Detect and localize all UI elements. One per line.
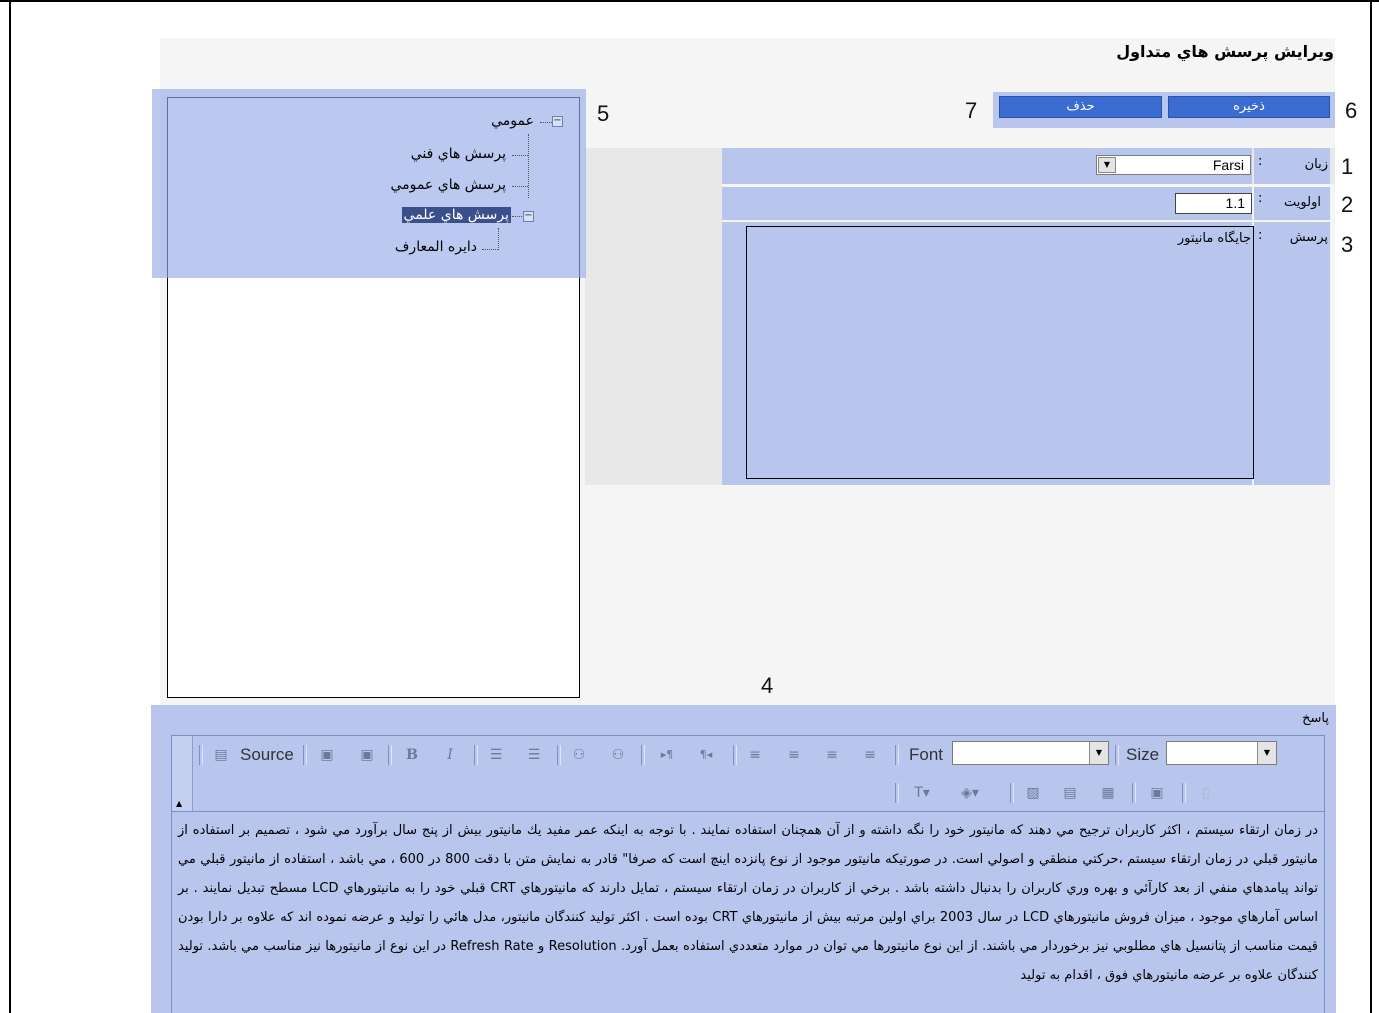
font-select[interactable]: ▼	[952, 741, 1109, 765]
align-left-icon[interactable]: ≡	[746, 746, 764, 764]
toolbar-separator	[303, 745, 307, 765]
show-blocks-icon[interactable]: ▣	[1148, 784, 1166, 802]
window-frame-right	[1370, 0, 1372, 1013]
tree-connector	[512, 186, 528, 187]
size-label: Size	[1126, 745, 1160, 764]
rtl-icon[interactable]: ¶◂	[697, 746, 715, 764]
tree-node-technical[interactable]: پرسش هاي فني	[411, 146, 506, 162]
align-justify-icon[interactable]: ≡	[861, 746, 879, 764]
callout-3: 3	[1341, 232, 1354, 257]
paste-word-icon[interactable]: ▣	[318, 746, 336, 764]
ltr-icon[interactable]: ▸¶	[658, 746, 676, 764]
language-select-value: Farsi	[1212, 157, 1244, 173]
toolbar-separator	[1182, 783, 1186, 803]
language-colon: :	[1258, 154, 1263, 169]
paste-text-icon[interactable]: ▣	[358, 746, 376, 764]
tree-line	[498, 228, 499, 250]
collapse-icon[interactable]: −	[552, 116, 563, 127]
priority-colon: :	[1258, 191, 1263, 206]
answer-label: پاسخ	[1302, 711, 1329, 726]
question-label-cell	[1254, 222, 1330, 485]
delete-button[interactable]: حذف	[999, 96, 1162, 118]
unordered-list-icon[interactable]: ☰	[525, 746, 543, 764]
toolbar-separator	[641, 745, 645, 765]
callout-4: 4	[761, 673, 774, 698]
tree-connector	[512, 216, 522, 217]
source-icon[interactable]: ▤	[212, 746, 230, 764]
tree-node-encyclopedia[interactable]: دايره المعارف	[395, 239, 477, 255]
align-right-icon[interactable]: ≡	[823, 746, 841, 764]
toolbar-separator	[1115, 745, 1119, 765]
priority-input[interactable]: 1.1	[1175, 193, 1252, 214]
window-frame-top	[0, 0, 1379, 8]
text-color-icon[interactable]: T▾	[909, 784, 935, 802]
link-icon[interactable]: ⚇	[570, 746, 588, 764]
align-center-icon[interactable]: ≡	[785, 746, 803, 764]
question-textarea[interactable]: جايگاه مانيتور	[746, 226, 1254, 479]
answer-text: در زمان ارتقاء سيستم ، اكثر كاربران ترجي…	[178, 823, 1319, 983]
chevron-down-icon[interactable]: ▼	[1257, 742, 1276, 764]
tree-connector	[540, 122, 552, 123]
callout-7: 7	[965, 98, 978, 123]
tree-node-scientific[interactable]: پرسش هاي علمي	[401, 207, 511, 223]
chevron-down-icon[interactable]: ▼	[1089, 742, 1108, 764]
collapse-icon[interactable]: −	[523, 211, 534, 222]
toolbar-separator	[895, 783, 899, 803]
ordered-list-icon[interactable]: ☰	[487, 746, 505, 764]
priority-row	[722, 187, 1252, 220]
tree-connector	[512, 155, 528, 156]
document-icon[interactable]: ▯	[1197, 784, 1215, 802]
toolbar-separator	[199, 745, 203, 765]
source-button[interactable]: Source	[240, 745, 294, 765]
toolbar-separator	[1010, 783, 1014, 803]
callout-5: 5	[597, 101, 610, 126]
callout-6: 6	[1345, 98, 1358, 123]
flash-icon[interactable]: ▤	[1061, 784, 1079, 802]
page-title: ويرايش پرسش هاي متداول	[1116, 42, 1334, 61]
save-button[interactable]: ذخيره	[1168, 96, 1330, 118]
unlink-icon[interactable]: ⚇	[609, 746, 627, 764]
language-label: زبان	[1304, 157, 1328, 172]
priority-label: اولويت	[1284, 195, 1321, 210]
window-frame-left	[9, 0, 11, 1013]
form-spacer	[585, 148, 722, 485]
toolbar-separator	[388, 745, 392, 765]
font-label: Font	[909, 745, 944, 764]
chevron-down-icon[interactable]: ▼	[1098, 157, 1116, 173]
tree-node-root[interactable]: عمومي	[491, 113, 534, 129]
tree-line	[528, 134, 529, 198]
italic-icon[interactable]: I	[441, 746, 459, 764]
answer-editor[interactable]: در زمان ارتقاء سيستم ، اكثر كاربران ترجي…	[171, 812, 1325, 1013]
toolbar-separator	[474, 745, 478, 765]
table-icon[interactable]: ▦	[1099, 784, 1117, 802]
collapse-arrow-icon[interactable]: ▲	[176, 799, 182, 808]
toolbar-separator	[557, 745, 561, 765]
question-label: پرسش	[1289, 230, 1328, 245]
tree-connector	[482, 249, 498, 250]
language-select[interactable]: ▼ Farsi	[1096, 155, 1251, 175]
background-color-icon[interactable]: ◈▾	[957, 784, 983, 802]
callout-2: 2	[1341, 192, 1354, 217]
image-icon[interactable]: ▨	[1024, 784, 1042, 802]
callout-1: 1	[1341, 154, 1354, 179]
size-select[interactable]: ▼	[1166, 741, 1277, 765]
toolbar-separator	[895, 745, 899, 765]
tree-node-general[interactable]: پرسش هاي عمومي	[390, 177, 506, 193]
bold-icon[interactable]: B	[403, 746, 421, 764]
question-colon: :	[1258, 228, 1263, 243]
toolbar-separator	[733, 745, 737, 765]
toolbar-separator	[1132, 783, 1136, 803]
